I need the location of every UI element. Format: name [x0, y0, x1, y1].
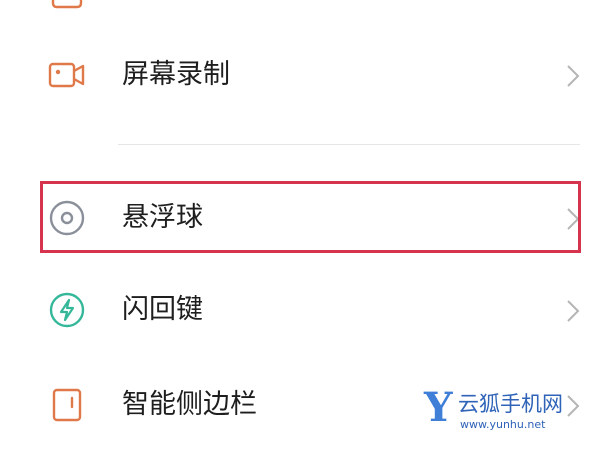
watermark: Y 云狐手机网 www.yunhu.net: [418, 388, 598, 438]
video-camera-icon: [47, 55, 87, 95]
settings-item-label: 闪回键: [122, 294, 203, 325]
floating-ball-icon: [47, 198, 87, 238]
chevron-right-icon: [564, 298, 582, 324]
settings-list: 屏幕录制 悬浮球 闪回键 智能侧边栏 Y 云狐手机网 www.yunhu.net: [0, 0, 600, 450]
watermark-brand: 云狐手机网: [458, 392, 563, 416]
lightning-bolt-icon: [47, 290, 87, 330]
chevron-right-icon: [564, 206, 582, 232]
settings-item-flash-key[interactable]: 闪回键: [0, 268, 600, 352]
partial-item-icon: [47, 0, 87, 9]
watermark-url: www.yunhu.net: [460, 418, 546, 431]
settings-item-screen-record[interactable]: 屏幕录制: [0, 33, 600, 117]
section-divider: [118, 144, 580, 145]
settings-item-floating-ball[interactable]: 悬浮球: [0, 176, 600, 260]
settings-item-label: 智能侧边栏: [122, 389, 257, 420]
watermark-logo-mark: Y: [424, 384, 453, 431]
sidebar-panel-icon: [47, 385, 87, 425]
chevron-right-icon: [564, 63, 582, 89]
settings-item-label: 悬浮球: [122, 202, 203, 233]
settings-item-label: 屏幕录制: [122, 59, 230, 90]
